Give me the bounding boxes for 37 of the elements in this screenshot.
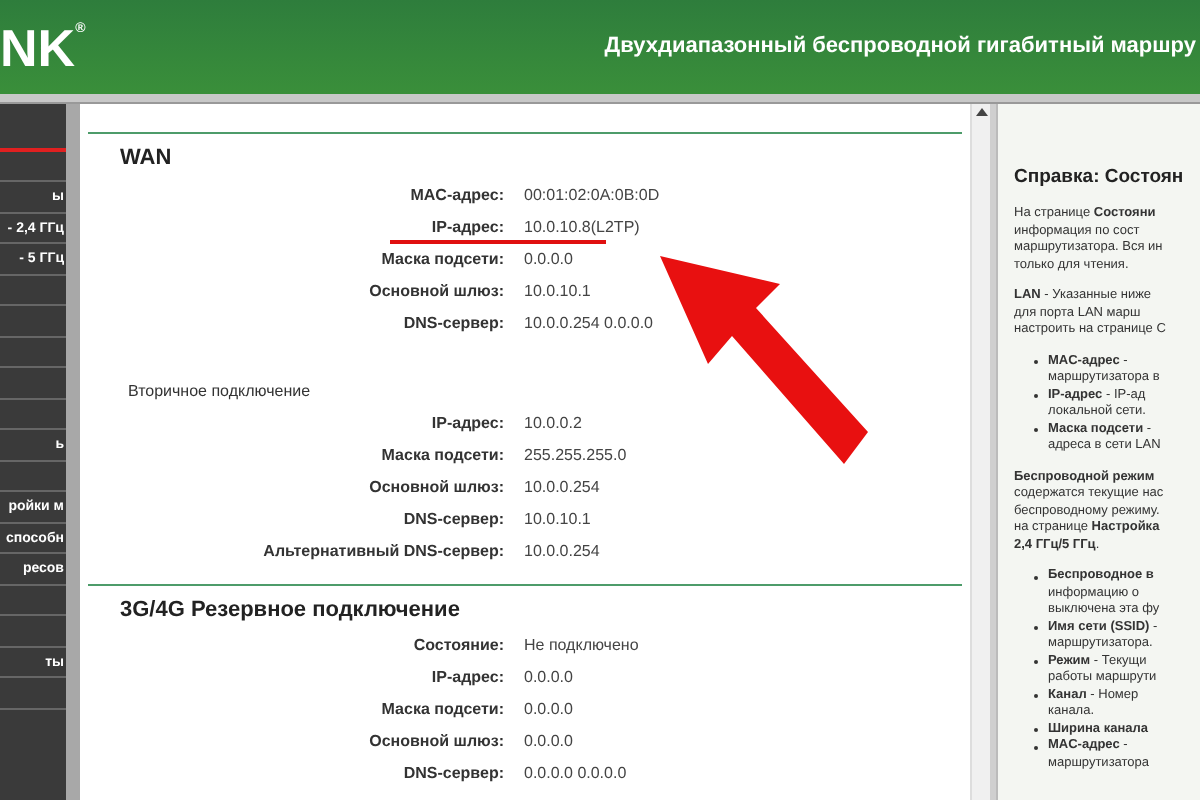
field-label: IP-адрес: — [429, 666, 504, 690]
field-label: IP-адрес: — [429, 411, 504, 435]
subsection-title: Вторичное подключение — [126, 379, 313, 404]
field-label: Основной шлюз: — [367, 279, 504, 303]
field-value: 00:01:02:0A:0B:0D — [524, 183, 660, 207]
field-value: Не подключено — [524, 634, 639, 658]
field-label: Основной шлюз: — [367, 475, 504, 499]
field-label: Маска подсети: — [379, 698, 504, 722]
field-label: IP-адрес: — [429, 215, 504, 239]
field-label: DNS-сервер: — [401, 507, 504, 531]
field-value: 10.0.0.254 — [524, 539, 600, 563]
field-value: 10.0.0.2 — [524, 411, 582, 435]
field-label: Альтернативный DNS-сервер: — [261, 539, 504, 563]
section-title: 3G/4G Резервное подключение — [118, 595, 462, 625]
field-value: 0.0.0.0 — [524, 666, 573, 690]
field-value: 10.0.10.1 — [524, 507, 591, 531]
field-label: DNS-сервер: — [401, 311, 504, 335]
scroll-up-icon[interactable] — [975, 108, 987, 116]
field-value: 10.0.10.1 — [524, 279, 591, 303]
field-value: 0.0.0.0 — [524, 730, 573, 754]
field-value: 0.0.0.0 0.0.0.0 — [524, 762, 627, 786]
scrollbar[interactable] — [970, 104, 990, 800]
section-title: WAN — [118, 144, 174, 174]
field-value: 0.0.0.0 — [524, 698, 573, 722]
field-label: Маска подсети: — [379, 443, 504, 467]
field-label: Основной шлюз: — [367, 730, 504, 754]
field-label: MAC-адрес: — [408, 183, 504, 207]
field-value: 10.0.0.254 0.0.0.0 — [524, 311, 653, 335]
field-value: 10.0.10.8(L2TP) — [524, 215, 640, 239]
field-label: Маска подсети: — [379, 247, 504, 271]
field-label: DNS-сервер: — [401, 762, 504, 786]
field-value: 0.0.0.0 — [524, 247, 573, 271]
field-value: 10.0.0.254 — [524, 475, 600, 499]
header-title: Двухдиапазонный беспроводной гигабитный маршру — [604, 32, 1196, 63]
field-label: Состояние: — [411, 634, 504, 658]
help-title: Справка: Состоян — [1014, 164, 1186, 192]
field-value: 255.255.255.0 — [524, 443, 627, 467]
